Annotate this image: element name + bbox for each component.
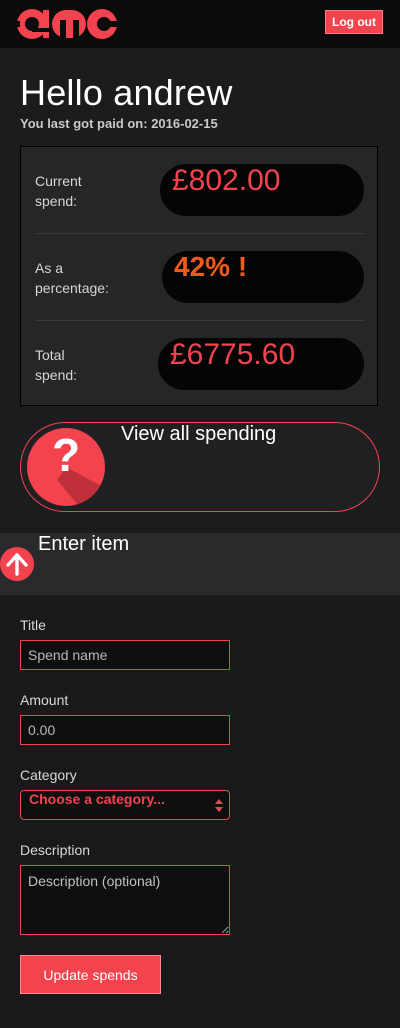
current-spend-label-line1: Current — [35, 173, 82, 189]
description-textarea[interactable] — [20, 865, 230, 935]
title-input[interactable] — [20, 640, 230, 670]
current-spend-row: Current spend: £802.00 — [21, 147, 377, 233]
question-icon: ? — [27, 428, 105, 506]
total-spend-label: Total spend: — [35, 345, 155, 385]
spend-summary-panel: Current spend: £802.00 As a percentage: … — [20, 146, 378, 406]
percentage-label-line2: percentage: — [35, 280, 109, 296]
select-arrows-icon — [215, 799, 223, 812]
current-spend-pill: £802.00 — [160, 164, 364, 216]
percentage-pill: 42% ! — [162, 251, 364, 303]
amount-label: Amount — [20, 692, 69, 708]
amount-input[interactable] — [20, 715, 230, 745]
page-title: Hello andrew — [20, 72, 233, 113]
percentage-value: 42% ! — [174, 251, 248, 282]
logout-button[interactable]: Log out — [325, 10, 383, 34]
percentage-label-line1: As a — [35, 260, 64, 276]
title-label: Title — [20, 617, 46, 633]
total-spend-label-line1: Total — [35, 347, 65, 363]
amc-logo[interactable] — [16, 6, 118, 42]
current-spend-value: £802.00 — [172, 164, 281, 197]
description-label: Description — [20, 842, 91, 858]
category-select[interactable]: Choose a category... — [20, 790, 230, 820]
current-spend-label-line2: spend: — [35, 193, 78, 209]
current-spend-label: Current spend: — [35, 171, 155, 211]
total-spend-pill: £6775.60 — [158, 338, 364, 390]
percentage-row: As a percentage: 42% ! — [21, 234, 377, 320]
question-glyph: ? — [51, 429, 81, 481]
view-all-label: View all spending — [121, 423, 277, 445]
last-paid-text: You last got paid on: 2016-02-15 — [20, 116, 218, 131]
enter-item-header[interactable]: Enter item — [0, 533, 400, 595]
total-spend-value: £6775.60 — [170, 338, 296, 371]
enter-item-title: Enter item — [38, 533, 130, 555]
update-spends-button[interactable]: Update spends — [20, 955, 161, 994]
total-spend-label-line2: spend: — [35, 367, 78, 383]
view-all-spending-button[interactable]: ? View all spending — [20, 422, 380, 512]
percentage-label: As a percentage: — [35, 258, 155, 298]
top-bar: Log out — [0, 0, 400, 48]
category-label: Category — [20, 767, 77, 783]
category-selected-value: Choose a category... — [29, 791, 165, 807]
arrow-up-icon — [0, 547, 34, 581]
total-spend-row: Total spend: £6775.60 — [21, 321, 377, 407]
